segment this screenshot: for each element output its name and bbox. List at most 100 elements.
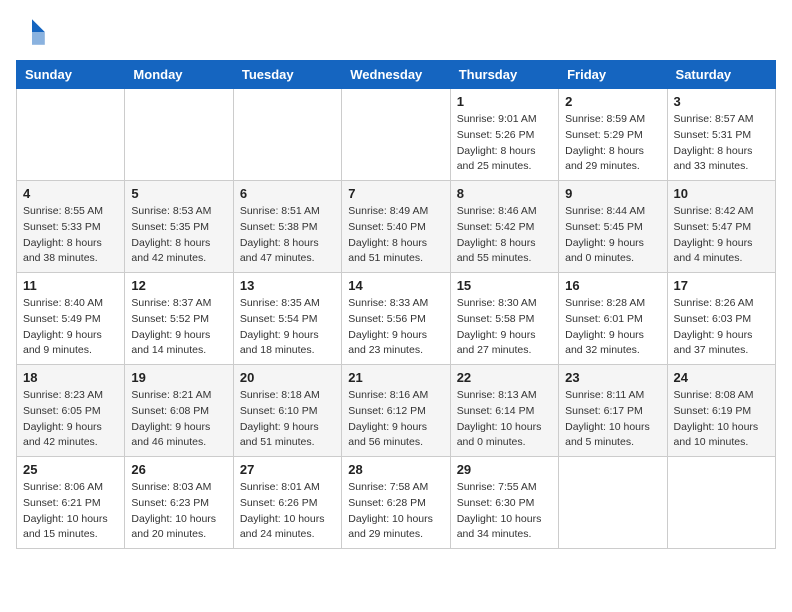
day-number: 24	[674, 370, 769, 385]
day-number: 9	[565, 186, 660, 201]
day-info: Sunrise: 8:55 AMSunset: 5:33 PMDaylight:…	[23, 204, 118, 267]
calendar-cell: 14 Sunrise: 8:33 AMSunset: 5:56 PMDayligh…	[342, 273, 450, 365]
day-info: Sunrise: 8:23 AMSunset: 6:05 PMDaylight:…	[23, 388, 118, 451]
day-info: Sunrise: 8:44 AMSunset: 5:45 PMDaylight:…	[565, 204, 660, 267]
day-number: 17	[674, 278, 769, 293]
calendar-cell: 18 Sunrise: 8:23 AMSunset: 6:05 PMDayligh…	[17, 365, 125, 457]
weekday-header-monday: Monday	[125, 61, 233, 89]
day-info: Sunrise: 8:21 AMSunset: 6:08 PMDaylight:…	[131, 388, 226, 451]
day-info: Sunrise: 8:37 AMSunset: 5:52 PMDaylight:…	[131, 296, 226, 359]
weekday-header-wednesday: Wednesday	[342, 61, 450, 89]
day-info: Sunrise: 8:18 AMSunset: 6:10 PMDaylight:…	[240, 388, 335, 451]
calendar-cell: 5 Sunrise: 8:53 AMSunset: 5:35 PMDaylight…	[125, 181, 233, 273]
calendar-cell: 28Sunrise: 7:58 AMSunset: 6:28 PMDayligh…	[342, 457, 450, 549]
day-info: Sunrise: 8:40 AMSunset: 5:49 PMDaylight:…	[23, 296, 118, 359]
calendar-cell	[342, 89, 450, 181]
calendar-cell	[233, 89, 341, 181]
weekday-header-sunday: Sunday	[17, 61, 125, 89]
calendar-cell: 3 Sunrise: 8:57 AMSunset: 5:31 PMDaylight…	[667, 89, 775, 181]
day-number: 3	[674, 94, 769, 109]
day-number: 11	[23, 278, 118, 293]
day-number: 16	[565, 278, 660, 293]
day-number: 15	[457, 278, 552, 293]
calendar-cell: 21 Sunrise: 8:16 AMSunset: 6:12 PMDayligh…	[342, 365, 450, 457]
day-number: 12	[131, 278, 226, 293]
calendar-cell: 1Sunrise: 9:01 AMSunset: 5:26 PMDaylight…	[450, 89, 558, 181]
day-info: Sunrise: 8:35 AMSunset: 5:54 PMDaylight:…	[240, 296, 335, 359]
day-number: 7	[348, 186, 443, 201]
calendar-cell: 27Sunrise: 8:01 AMSunset: 6:26 PMDayligh…	[233, 457, 341, 549]
calendar-cell	[125, 89, 233, 181]
logo-icon	[16, 16, 48, 48]
calendar-cell: 8 Sunrise: 8:46 AMSunset: 5:42 PMDaylight…	[450, 181, 558, 273]
calendar-cell: 25 Sunrise: 8:06 AMSunset: 6:21 PMDayligh…	[17, 457, 125, 549]
calendar-cell: 9 Sunrise: 8:44 AMSunset: 5:45 PMDaylight…	[559, 181, 667, 273]
day-info: Sunrise: 8:13 AMSunset: 6:14 PMDaylight:…	[457, 388, 552, 451]
calendar-cell: 17 Sunrise: 8:26 AMSunset: 6:03 PMDayligh…	[667, 273, 775, 365]
day-info: Sunrise: 8:53 AMSunset: 5:35 PMDaylight:…	[131, 204, 226, 267]
calendar-cell: 22 Sunrise: 8:13 AMSunset: 6:14 PMDayligh…	[450, 365, 558, 457]
day-number: 20	[240, 370, 335, 385]
day-number: 25	[23, 462, 118, 477]
day-number: 8	[457, 186, 552, 201]
day-number: 5	[131, 186, 226, 201]
day-info: Sunrise: 8:28 AMSunset: 6:01 PMDaylight:…	[565, 296, 660, 359]
day-number: 22	[457, 370, 552, 385]
week-row-5: 25 Sunrise: 8:06 AMSunset: 6:21 PMDayligh…	[17, 457, 776, 549]
calendar-cell: 11 Sunrise: 8:40 AMSunset: 5:49 PMDayligh…	[17, 273, 125, 365]
day-info: Sunrise: 8:51 AMSunset: 5:38 PMDaylight:…	[240, 204, 335, 267]
day-number: 6	[240, 186, 335, 201]
calendar-cell: 23Sunrise: 8:11 AMSunset: 6:17 PMDayligh…	[559, 365, 667, 457]
calendar-cell: 20 Sunrise: 8:18 AMSunset: 6:10 PMDayligh…	[233, 365, 341, 457]
day-number: 26	[131, 462, 226, 477]
calendar: SundayMondayTuesdayWednesdayThursdayFrid…	[16, 60, 776, 549]
calendar-cell: 10 Sunrise: 8:42 AMSunset: 5:47 PMDayligh…	[667, 181, 775, 273]
day-info: Sunrise: 8:16 AMSunset: 6:12 PMDaylight:…	[348, 388, 443, 451]
week-row-4: 18 Sunrise: 8:23 AMSunset: 6:05 PMDayligh…	[17, 365, 776, 457]
weekday-header-friday: Friday	[559, 61, 667, 89]
calendar-cell: 29Sunrise: 7:55 AMSunset: 6:30 PMDayligh…	[450, 457, 558, 549]
week-row-3: 11 Sunrise: 8:40 AMSunset: 5:49 PMDayligh…	[17, 273, 776, 365]
weekday-header-row: SundayMondayTuesdayWednesdayThursdayFrid…	[17, 61, 776, 89]
week-row-2: 4 Sunrise: 8:55 AMSunset: 5:33 PMDaylight…	[17, 181, 776, 273]
day-number: 2	[565, 94, 660, 109]
day-number: 4	[23, 186, 118, 201]
calendar-cell: 15 Sunrise: 8:30 AMSunset: 5:58 PMDayligh…	[450, 273, 558, 365]
calendar-cell	[667, 457, 775, 549]
day-info: Sunrise: 8:06 AMSunset: 6:21 PMDaylight:…	[23, 480, 118, 543]
day-info: Sunrise: 8:42 AMSunset: 5:47 PMDaylight:…	[674, 204, 769, 267]
calendar-cell: 19 Sunrise: 8:21 AMSunset: 6:08 PMDayligh…	[125, 365, 233, 457]
weekday-header-saturday: Saturday	[667, 61, 775, 89]
day-number: 18	[23, 370, 118, 385]
day-info: Sunrise: 7:58 AMSunset: 6:28 PMDaylight:…	[348, 480, 443, 543]
day-info: Sunrise: 8:57 AMSunset: 5:31 PMDaylight:…	[674, 112, 769, 175]
day-info: Sunrise: 7:55 AMSunset: 6:30 PMDaylight:…	[457, 480, 552, 543]
calendar-cell: 2 Sunrise: 8:59 AMSunset: 5:29 PMDaylight…	[559, 89, 667, 181]
day-number: 19	[131, 370, 226, 385]
day-number: 21	[348, 370, 443, 385]
day-info: Sunrise: 9:01 AMSunset: 5:26 PMDaylight:…	[457, 112, 552, 175]
day-info: Sunrise: 8:46 AMSunset: 5:42 PMDaylight:…	[457, 204, 552, 267]
calendar-cell: 7 Sunrise: 8:49 AMSunset: 5:40 PMDaylight…	[342, 181, 450, 273]
day-number: 27	[240, 462, 335, 477]
day-info: Sunrise: 8:59 AMSunset: 5:29 PMDaylight:…	[565, 112, 660, 175]
calendar-cell	[559, 457, 667, 549]
day-info: Sunrise: 8:33 AMSunset: 5:56 PMDaylight:…	[348, 296, 443, 359]
day-number: 23	[565, 370, 660, 385]
day-info: Sunrise: 8:30 AMSunset: 5:58 PMDaylight:…	[457, 296, 552, 359]
week-row-1: 1Sunrise: 9:01 AMSunset: 5:26 PMDaylight…	[17, 89, 776, 181]
page-header	[16, 16, 776, 48]
calendar-cell	[17, 89, 125, 181]
day-info: Sunrise: 8:03 AMSunset: 6:23 PMDaylight:…	[131, 480, 226, 543]
calendar-cell: 6 Sunrise: 8:51 AMSunset: 5:38 PMDaylight…	[233, 181, 341, 273]
day-number: 13	[240, 278, 335, 293]
calendar-cell: 16 Sunrise: 8:28 AMSunset: 6:01 PMDayligh…	[559, 273, 667, 365]
day-number: 14	[348, 278, 443, 293]
day-info: Sunrise: 8:08 AMSunset: 6:19 PMDaylight:…	[674, 388, 769, 451]
day-info: Sunrise: 8:26 AMSunset: 6:03 PMDaylight:…	[674, 296, 769, 359]
calendar-cell: 13 Sunrise: 8:35 AMSunset: 5:54 PMDayligh…	[233, 273, 341, 365]
calendar-cell: 24 Sunrise: 8:08 AMSunset: 6:19 PMDayligh…	[667, 365, 775, 457]
day-number: 10	[674, 186, 769, 201]
weekday-header-thursday: Thursday	[450, 61, 558, 89]
day-info: Sunrise: 8:49 AMSunset: 5:40 PMDaylight:…	[348, 204, 443, 267]
